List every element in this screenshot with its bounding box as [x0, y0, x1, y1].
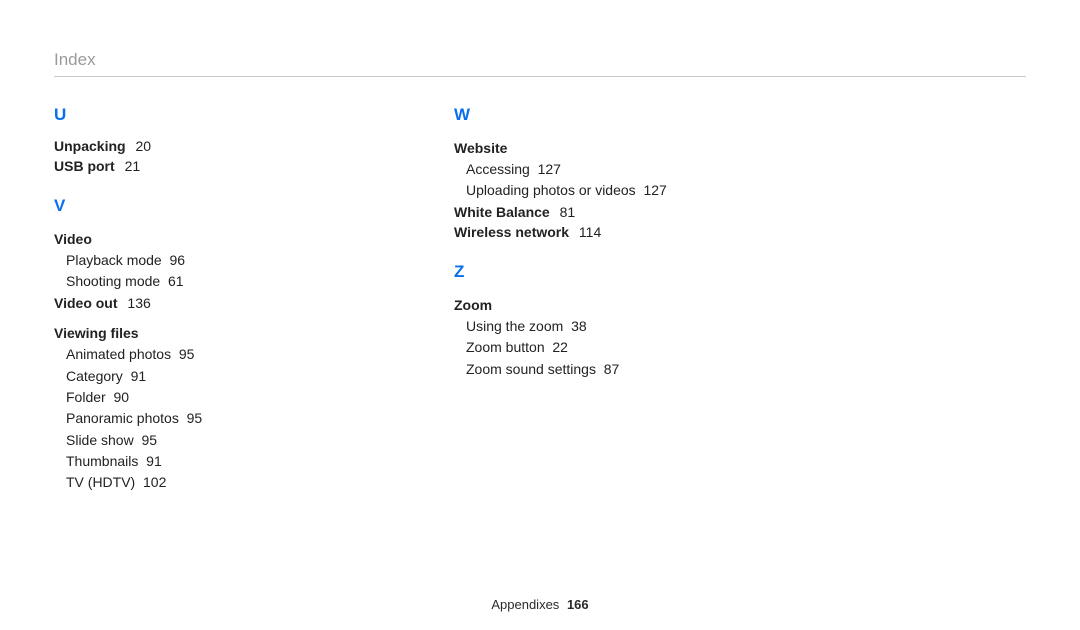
index-column-1: U Unpacking 20 USB port 21 V Video Playb… — [54, 103, 334, 493]
index-page-ref[interactable]: 38 — [571, 318, 587, 334]
index-entry-video-out: Video out 136 — [54, 293, 334, 313]
index-term: Wireless network — [454, 224, 569, 240]
index-page-ref[interactable]: 95 — [141, 432, 157, 448]
index-sub-label: Accessing — [466, 161, 530, 177]
index-entry-unpacking: Unpacking 20 — [54, 136, 334, 156]
index-page-ref[interactable]: 127 — [643, 182, 666, 198]
index-entry-viewing-files: Viewing files — [54, 323, 334, 343]
index-subentry: Using the zoom 38 — [466, 316, 734, 336]
index-page-ref[interactable]: 21 — [125, 158, 141, 174]
index-subentry: Folder 90 — [66, 387, 334, 407]
index-entry-zoom: Zoom — [454, 295, 734, 315]
index-entry-website: Website — [454, 138, 734, 158]
index-subentry: Shooting mode 61 — [66, 271, 334, 291]
index-page-ref[interactable]: 91 — [146, 453, 162, 469]
index-subentries-website: Accessing 127 Uploading photos or videos… — [454, 159, 734, 201]
index-sub-label: Shooting mode — [66, 273, 160, 289]
index-sub-label: TV (HDTV) — [66, 474, 135, 490]
index-page-ref[interactable]: 87 — [604, 361, 620, 377]
footer-section: Appendixes — [491, 597, 559, 612]
index-sub-label: Zoom button — [466, 339, 545, 355]
index-subentry: Accessing 127 — [466, 159, 734, 179]
index-page-ref[interactable]: 20 — [135, 138, 151, 154]
index-subentry: Category 91 — [66, 366, 334, 386]
index-page-ref[interactable]: 91 — [131, 368, 147, 384]
index-term: Unpacking — [54, 138, 126, 154]
index-page-ref[interactable]: 22 — [552, 339, 568, 355]
index-page-ref[interactable]: 136 — [127, 295, 150, 311]
index-subentry: Zoom sound settings 87 — [466, 359, 734, 379]
index-letter-v: V — [54, 194, 334, 219]
index-letter-u: U — [54, 103, 334, 128]
page-footer: Appendixes 166 — [0, 597, 1080, 612]
index-sub-label: Category — [66, 368, 123, 384]
index-subentry: Panoramic photos 95 — [66, 408, 334, 428]
index-subentry: Thumbnails 91 — [66, 451, 334, 471]
index-sub-label: Folder — [66, 389, 106, 405]
index-subentry: Playback mode 96 — [66, 250, 334, 270]
index-sub-label: Playback mode — [66, 252, 162, 268]
index-sub-label: Animated photos — [66, 346, 171, 362]
index-subentry: Uploading photos or videos 127 — [466, 180, 734, 200]
index-subentries-viewing: Animated photos 95 Category 91 Folder 90… — [54, 344, 334, 492]
index-subentry: TV (HDTV) 102 — [66, 472, 334, 492]
index-column-2: W Website Accessing 127 Uploading photos… — [454, 103, 734, 493]
index-subentry: Zoom button 22 — [466, 337, 734, 357]
index-sub-label: Panoramic photos — [66, 410, 179, 426]
index-entry-usb-port: USB port 21 — [54, 156, 334, 176]
index-sub-label: Uploading photos or videos — [466, 182, 636, 198]
index-term: Video out — [54, 295, 118, 311]
index-page: Index U Unpacking 20 USB port 21 V Video… — [0, 0, 1080, 630]
index-page-ref[interactable]: 102 — [143, 474, 166, 490]
index-subentries-video: Playback mode 96 Shooting mode 61 — [54, 250, 334, 292]
index-entry-video: Video — [54, 229, 334, 249]
index-subentry: Animated photos 95 — [66, 344, 334, 364]
index-sub-label: Zoom sound settings — [466, 361, 596, 377]
index-subentry: Slide show 95 — [66, 430, 334, 450]
index-letter-z: Z — [454, 260, 734, 285]
index-page-ref[interactable]: 95 — [179, 346, 195, 362]
footer-page-number: 166 — [567, 597, 589, 612]
index-page-ref[interactable]: 127 — [538, 161, 561, 177]
index-page-ref[interactable]: 61 — [168, 273, 184, 289]
index-subentries-zoom: Using the zoom 38 Zoom button 22 Zoom so… — [454, 316, 734, 379]
index-columns: U Unpacking 20 USB port 21 V Video Playb… — [54, 103, 1026, 493]
page-header: Index — [54, 50, 1026, 77]
index-page-ref[interactable]: 81 — [560, 204, 576, 220]
index-term: White Balance — [454, 204, 550, 220]
index-entry-wireless-network: Wireless network 114 — [454, 222, 734, 242]
index-sub-label: Thumbnails — [66, 453, 138, 469]
index-term: USB port — [54, 158, 115, 174]
index-page-ref[interactable]: 114 — [579, 224, 601, 240]
index-sub-label: Slide show — [66, 432, 134, 448]
index-entry-white-balance: White Balance 81 — [454, 202, 734, 222]
index-sub-label: Using the zoom — [466, 318, 563, 334]
index-page-ref[interactable]: 95 — [187, 410, 203, 426]
index-page-ref[interactable]: 96 — [170, 252, 186, 268]
index-page-ref[interactable]: 90 — [113, 389, 129, 405]
index-letter-w: W — [454, 103, 734, 128]
